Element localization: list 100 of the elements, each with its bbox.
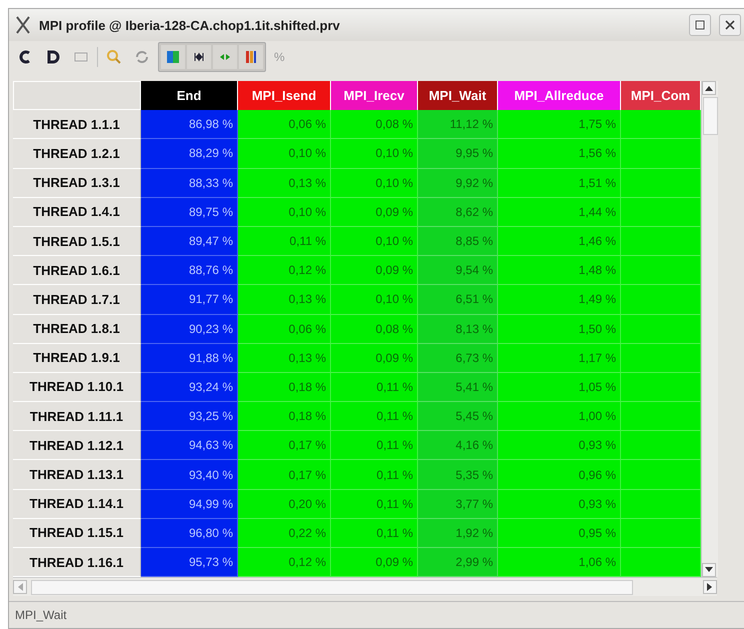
table-cell: 6,73 %	[418, 344, 498, 373]
table-cell: 0,96 %	[498, 460, 621, 490]
table-cell: 5,35 %	[418, 460, 498, 490]
table-cell: 0,06 %	[238, 110, 331, 140]
expand-icon	[219, 51, 231, 63]
column-header[interactable]: MPI_Wait	[418, 81, 498, 110]
table-cell: 0,17 %	[238, 460, 331, 490]
table-cell: 1,48 %	[498, 256, 621, 286]
table-cell: 1,00 %	[498, 402, 621, 432]
table-cell: 1,17 %	[498, 344, 621, 373]
table-cell: 91,88 %	[141, 344, 238, 373]
table-cell: 0,09 %	[331, 256, 418, 286]
column-header[interactable]: MPI_Com	[621, 81, 701, 110]
table-cell: 86,98 %	[141, 110, 238, 140]
row-header[interactable]: THREAD 1.7.1	[13, 285, 141, 314]
row-header[interactable]: THREAD 1.13.1	[13, 460, 141, 490]
right-arrow-icon	[707, 583, 713, 592]
table-cell: 1,56 %	[498, 139, 621, 169]
table-cell: 0,10 %	[331, 285, 418, 314]
c-icon	[18, 50, 32, 64]
scroll-right-button[interactable]	[703, 580, 717, 594]
table-cell: 5,41 %	[418, 372, 498, 402]
table-cell: 0,18 %	[238, 402, 331, 432]
table-cell: 0,09 %	[331, 344, 418, 373]
table-cell: 1,49 %	[498, 285, 621, 314]
table-cell: 3,77 %	[418, 490, 498, 519]
scroll-up-button[interactable]	[702, 81, 716, 95]
row-header[interactable]: THREAD 1.14.1	[13, 490, 141, 519]
toolbar-button[interactable]	[187, 45, 211, 69]
table-cell: 96,80 %	[141, 518, 238, 548]
table-cell: 0,06 %	[238, 314, 331, 344]
refresh-icon	[134, 49, 150, 65]
table-cell: 0,10 %	[331, 168, 418, 198]
table-cell: 0,18 %	[238, 372, 331, 402]
table-cell: 88,29 %	[141, 139, 238, 169]
close-button[interactable]	[719, 14, 741, 36]
table-cell: 93,24 %	[141, 372, 238, 402]
row-header[interactable]: THREAD 1.1.1	[13, 110, 141, 140]
row-header[interactable]: THREAD 1.3.1	[13, 168, 141, 198]
left-arrow-icon	[17, 583, 23, 592]
table-cell: 95,73 %	[141, 548, 238, 578]
scroll-down-button[interactable]	[702, 563, 716, 578]
row-header[interactable]: THREAD 1.8.1	[13, 314, 141, 344]
table-cell: 0,93 %	[498, 490, 621, 519]
row-header[interactable]: THREAD 1.15.1	[13, 518, 141, 548]
table-cell: 0,10 %	[238, 139, 331, 169]
scrollbar-thumb[interactable]	[31, 580, 633, 596]
table-cell: 1,50 %	[498, 314, 621, 344]
close-icon	[725, 20, 735, 30]
table-cell: 0,10 %	[331, 226, 418, 256]
maximize-button[interactable]	[689, 14, 711, 36]
row-header[interactable]: THREAD 1.10.1	[13, 372, 141, 402]
table-cell: 94,63 %	[141, 431, 238, 460]
table-cell: 0,11 %	[331, 372, 418, 402]
table-cell: 8,13 %	[418, 314, 498, 344]
table-cell: 0,11 %	[331, 490, 418, 519]
toolbar-button[interactable]	[239, 45, 263, 69]
table-cell: 93,40 %	[141, 460, 238, 490]
row-header[interactable]: THREAD 1.11.1	[13, 402, 141, 432]
bars-icon	[244, 50, 258, 64]
table-cell: 89,75 %	[141, 198, 238, 227]
table-cell: 4,16 %	[418, 431, 498, 460]
table-cell: 1,92 %	[418, 518, 498, 548]
table-cell: 0,12 %	[238, 548, 331, 578]
table-cell: 1,46 %	[498, 226, 621, 256]
table-cell: 88,33 %	[141, 168, 238, 198]
table-cell: 0,93 %	[498, 431, 621, 460]
column-header[interactable]: End	[141, 81, 238, 110]
table-cell: 89,47 %	[141, 226, 238, 256]
row-header[interactable]: THREAD 1.5.1	[13, 226, 141, 256]
up-arrow-icon	[705, 85, 713, 91]
table-cell: 0,12 %	[238, 256, 331, 286]
table-cell: 1,51 %	[498, 168, 621, 198]
table-cell: 93,25 %	[141, 402, 238, 432]
table-cell: 11,12 %	[418, 110, 498, 140]
table-cell: 91,77 %	[141, 285, 238, 314]
table-cell: 0,17 %	[238, 431, 331, 460]
row-header[interactable]: THREAD 1.4.1	[13, 198, 141, 227]
table-cell: 0,20 %	[238, 490, 331, 519]
table-cell: 8,85 %	[418, 226, 498, 256]
x-logo-icon	[15, 16, 31, 34]
status-text: MPI_Wait	[15, 608, 67, 622]
column-header[interactable]: MPI_Allreduce	[498, 81, 621, 110]
scrollbar-thumb[interactable]	[703, 97, 718, 135]
table-cell: 0,13 %	[238, 285, 331, 314]
column-header[interactable]: MPI_Isend	[238, 81, 331, 110]
table-cell: 2,99 %	[418, 548, 498, 578]
row-header[interactable]: THREAD 1.16.1	[13, 548, 141, 578]
table-cell: 0,22 %	[238, 518, 331, 548]
column-header[interactable]: MPI_Irecv	[331, 81, 418, 110]
table-cell: 9,95 %	[418, 139, 498, 169]
row-header[interactable]: THREAD 1.12.1	[13, 431, 141, 460]
row-header[interactable]: THREAD 1.2.1	[13, 139, 141, 169]
table-cell: 0,09 %	[331, 198, 418, 227]
table-cell: 0,10 %	[331, 139, 418, 169]
down-arrow-icon	[705, 567, 713, 574]
row-header[interactable]: THREAD 1.9.1	[13, 344, 141, 373]
row-header[interactable]: THREAD 1.6.1	[13, 256, 141, 286]
table-cell: 1,05 %	[498, 372, 621, 402]
table-cell: 5,45 %	[418, 402, 498, 432]
